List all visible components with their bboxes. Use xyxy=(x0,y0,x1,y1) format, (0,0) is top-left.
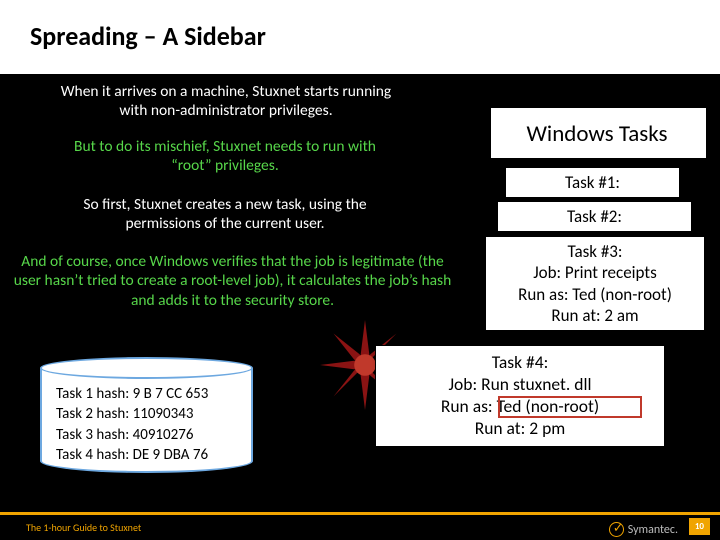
task-3-runas: Run as: Ted (non-root) xyxy=(496,284,694,305)
hash-4: Task 4 hash: DE 9 DBA 76 xyxy=(56,445,237,465)
task-card-1: Task #1: xyxy=(505,167,680,198)
symantec-logo: ✓ Symantec. xyxy=(609,522,678,537)
paragraph-4: And of course, once Windows verifies tha… xyxy=(10,252,455,310)
symantec-brand-text: Symantec. xyxy=(628,523,678,537)
task-card-2: Task #2: xyxy=(497,201,692,232)
hash-1: Task 1 hash: 9 B 7 CC 653 xyxy=(56,384,237,404)
highlight-runas xyxy=(498,396,642,418)
task-2-title: Task #2: xyxy=(508,206,681,227)
paragraph-3: So first, Stuxnet creates a new task, us… xyxy=(60,195,390,234)
cylinder-top xyxy=(40,357,253,379)
footer-guide-title: The 1-hour Guide to Stuxnet xyxy=(26,521,141,534)
task-4-job: Job: Run stuxnet. dll xyxy=(388,374,652,396)
task-3-title: Task #3: xyxy=(496,241,694,262)
task-1-title: Task #1: xyxy=(516,172,669,193)
task-3-runat: Run at: 2 am xyxy=(496,305,694,326)
task-4-runas-label: Run as: xyxy=(441,395,497,417)
task-3-job: Job: Print receipts xyxy=(496,262,694,283)
task-4-runat: Run at: 2 pm xyxy=(388,418,652,440)
hash-store-cylinder: Task 1 hash: 9 B 7 CC 653 Task 2 hash: 1… xyxy=(40,368,255,478)
windows-tasks-heading: Windows Tasks xyxy=(502,120,692,148)
hash-3: Task 3 hash: 40910276 xyxy=(56,425,237,445)
symantec-check-icon: ✓ xyxy=(613,521,624,536)
footer-bar: The 1-hour Guide to Stuxnet ✓ Symantec. … xyxy=(0,512,720,540)
hash-2: Task 2 hash: 11090343 xyxy=(56,404,237,424)
slide-title: Spreading – A Sidebar xyxy=(30,20,266,52)
paragraph-2: But to do its mischief, Stuxnet needs to… xyxy=(60,137,390,176)
page-number: 10 xyxy=(689,518,710,535)
task-4-title: Task #4: xyxy=(388,352,652,374)
task-card-3: Task #3: Job: Print receipts Run as: Ted… xyxy=(485,236,705,331)
paragraph-1: When it arrives on a machine, Stuxnet st… xyxy=(46,82,406,121)
symantec-circle-icon: ✓ xyxy=(609,522,624,537)
cylinder-body: Task 1 hash: 9 B 7 CC 653 Task 2 hash: 1… xyxy=(40,368,253,473)
